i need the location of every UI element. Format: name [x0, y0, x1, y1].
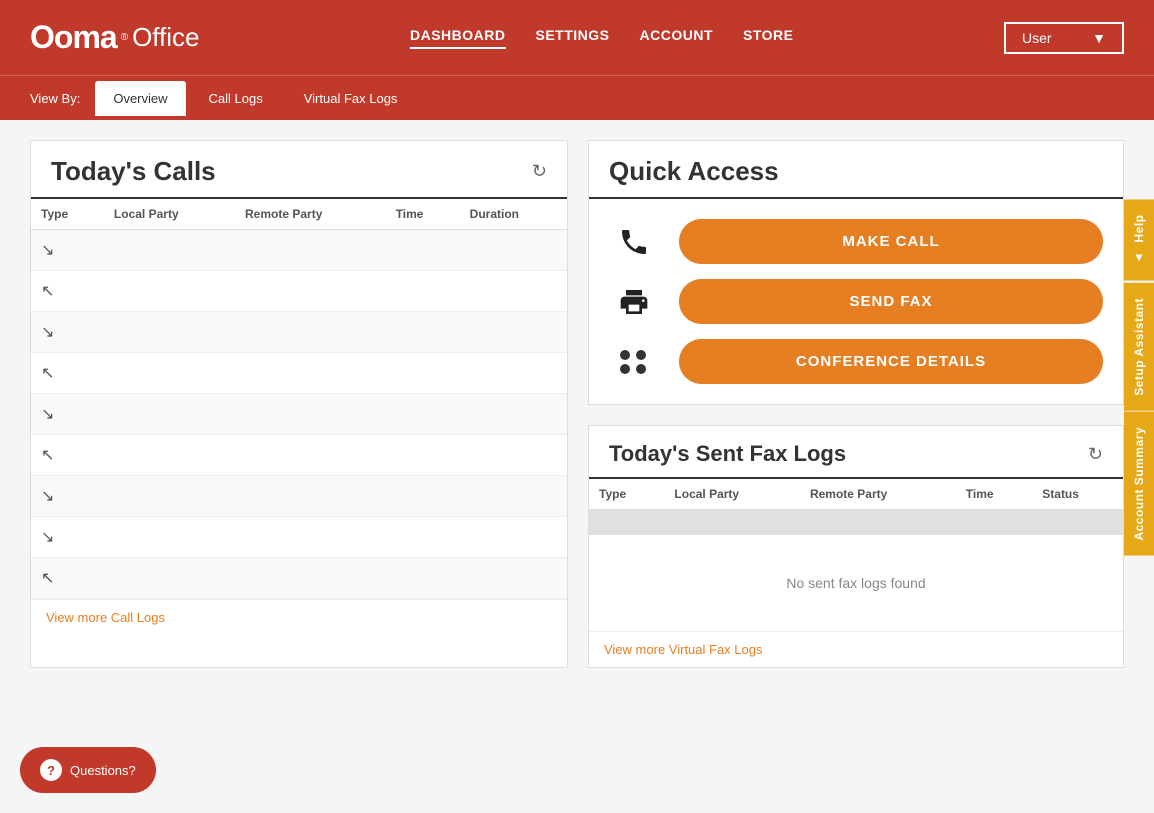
view-more-virtual-fax-logs[interactable]: View more Virtual Fax Logs: [589, 631, 1123, 667]
view-by-label: View By:: [30, 91, 80, 106]
setup-assistant-label: Setup Assistant: [1132, 298, 1146, 396]
table-row: ↘: [31, 312, 567, 353]
right-panel: Quick Access MAKE CALL: [588, 140, 1124, 668]
send-fax-button[interactable]: SEND FAX: [679, 279, 1103, 324]
tab-overview[interactable]: Overview: [95, 81, 185, 116]
send-fax-row: SEND FAX: [609, 279, 1103, 324]
account-summary-tab[interactable]: Account Summary: [1124, 412, 1154, 556]
questions-icon: ?: [40, 759, 62, 781]
table-row: ↖: [31, 353, 567, 394]
conference-icon: [609, 350, 659, 374]
fax-logs-header: Today's Sent Fax Logs ↻: [589, 426, 1123, 479]
calls-panel-header: Today's Calls ↻: [31, 141, 567, 199]
make-call-button[interactable]: MAKE CALL: [679, 219, 1103, 264]
logo: Ooma ® Office: [30, 19, 200, 56]
quick-access-title: Quick Access: [609, 156, 779, 186]
header: Ooma ® Office DASHBOARD SETTINGS ACCOUNT…: [0, 0, 1154, 75]
incoming-arrow-icon: ↘: [31, 312, 104, 353]
conference-details-button[interactable]: CONFERENCE DETAILS: [679, 339, 1103, 384]
fax-icon: [609, 286, 659, 318]
help-tab-arrow: ▲: [1132, 251, 1146, 266]
user-dropdown[interactable]: User ▼: [1004, 22, 1124, 54]
fax-col-local-party: Local Party: [664, 479, 800, 510]
outgoing-arrow-icon: ↖: [31, 353, 104, 394]
outgoing-arrow-icon: ↖: [31, 271, 104, 312]
side-panels: ▲ Help Setup Assistant Account Summary: [1124, 200, 1154, 558]
table-row: ↖: [31, 558, 567, 599]
calls-refresh-icon[interactable]: ↻: [532, 161, 547, 182]
fax-col-type: Type: [589, 479, 664, 510]
chevron-down-icon: ▼: [1092, 30, 1106, 46]
make-call-row: MAKE CALL: [609, 219, 1103, 264]
fax-col-status: Status: [1032, 479, 1123, 510]
help-tab[interactable]: ▲ Help: [1124, 200, 1154, 281]
table-row: ↖: [31, 435, 567, 476]
fax-loading-row: [589, 510, 1123, 535]
logo-text: Ooma: [30, 19, 117, 56]
main-nav: DASHBOARD SETTINGS ACCOUNT STORE: [240, 27, 965, 49]
account-summary-label: Account Summary: [1132, 427, 1146, 541]
sub-nav: View By: Overview Call Logs Virtual Fax …: [0, 75, 1154, 120]
view-more-call-logs[interactable]: View more Call Logs: [31, 599, 567, 635]
calls-table: Type Local Party Remote Party Time Durat…: [31, 199, 567, 599]
fax-logs-panel: Today's Sent Fax Logs ↻ Type Local Party…: [588, 425, 1124, 668]
calls-panel-title: Today's Calls: [51, 156, 216, 187]
table-row: ↖: [31, 271, 567, 312]
questions-label: Questions?: [70, 763, 136, 778]
nav-account[interactable]: ACCOUNT: [640, 27, 714, 49]
outgoing-arrow-icon: ↖: [31, 435, 104, 476]
table-row: ↘: [31, 517, 567, 558]
questions-button[interactable]: ? Questions?: [20, 747, 156, 793]
fax-refresh-icon[interactable]: ↻: [1088, 444, 1103, 465]
todays-calls-panel: Today's Calls ↻ Type Local Party Remote …: [30, 140, 568, 668]
quick-access-panel: Quick Access MAKE CALL: [588, 140, 1124, 405]
setup-assistant-tab[interactable]: Setup Assistant: [1124, 283, 1154, 411]
tab-virtual-fax-logs[interactable]: Virtual Fax Logs: [286, 81, 416, 116]
nav-dashboard[interactable]: DASHBOARD: [410, 27, 506, 49]
nav-store[interactable]: STORE: [743, 27, 793, 49]
col-duration: Duration: [460, 199, 567, 230]
no-fax-message: No sent fax logs found: [589, 535, 1123, 631]
fax-col-remote-party: Remote Party: [800, 479, 956, 510]
col-time: Time: [386, 199, 460, 230]
user-label: User: [1022, 30, 1052, 46]
incoming-arrow-icon: ↘: [31, 394, 104, 435]
logo-office: Office: [132, 22, 199, 53]
outgoing-arrow-icon: ↖: [31, 558, 104, 599]
quick-access-header: Quick Access: [589, 141, 1123, 199]
fax-col-time: Time: [956, 479, 1032, 510]
nav-settings[interactable]: SETTINGS: [536, 27, 610, 49]
col-type: Type: [31, 199, 104, 230]
main-content: Today's Calls ↻ Type Local Party Remote …: [0, 120, 1154, 688]
conference-details-row: CONFERENCE DETAILS: [609, 339, 1103, 384]
table-row: ↘: [31, 394, 567, 435]
phone-icon: [609, 226, 659, 258]
help-tab-label: Help: [1132, 215, 1146, 243]
quick-access-body: MAKE CALL SEND FAX: [589, 199, 1123, 404]
table-row: ↘: [31, 230, 567, 271]
incoming-arrow-icon: ↘: [31, 476, 104, 517]
incoming-arrow-icon: ↘: [31, 517, 104, 558]
col-remote-party: Remote Party: [235, 199, 386, 230]
incoming-arrow-icon: ↘: [31, 230, 104, 271]
col-local-party: Local Party: [104, 199, 235, 230]
fax-logs-title: Today's Sent Fax Logs: [609, 441, 846, 467]
tab-call-logs[interactable]: Call Logs: [191, 81, 281, 116]
fax-logs-table: Type Local Party Remote Party Time Statu…: [589, 479, 1123, 535]
table-row: ↘: [31, 476, 567, 517]
